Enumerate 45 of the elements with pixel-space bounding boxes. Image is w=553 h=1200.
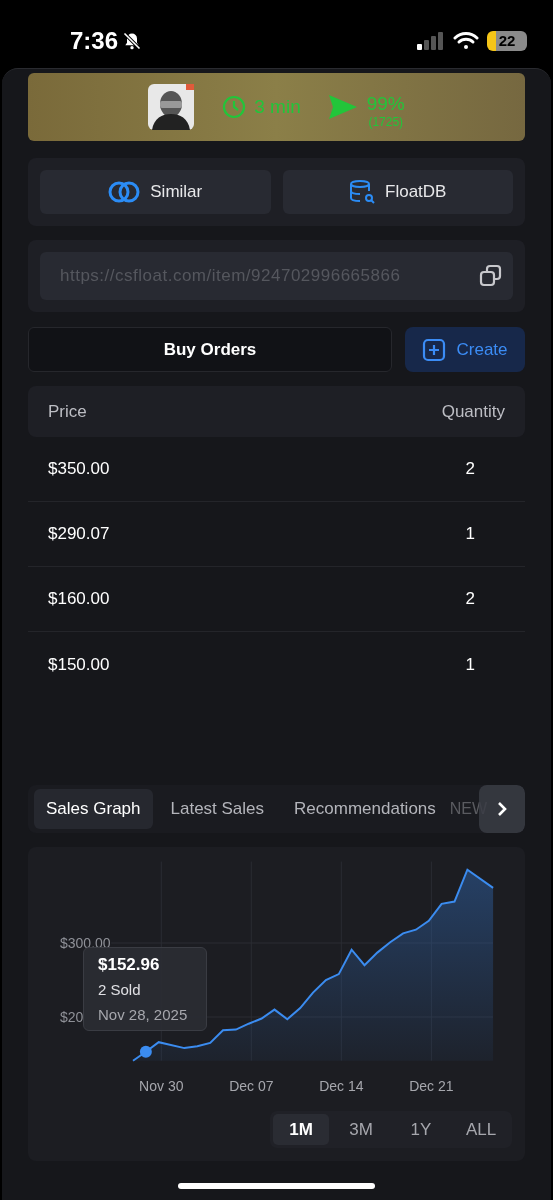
price-cell-text: $350.00 bbox=[48, 458, 110, 481]
signal-icon bbox=[417, 32, 445, 50]
column-header: Price bbox=[48, 400, 87, 423]
send-icon bbox=[328, 95, 357, 119]
quantity-cell-text: 1 bbox=[465, 653, 475, 676]
chevron-right-icon bbox=[495, 801, 509, 817]
x-axis-label: Dec 14 bbox=[319, 1078, 364, 1094]
linked-rings-icon bbox=[108, 181, 141, 203]
create-button[interactable]: Create bbox=[405, 327, 525, 372]
plus-square-icon bbox=[422, 337, 447, 362]
clock-icon bbox=[222, 95, 247, 119]
tab[interactable]: Sales Graph bbox=[34, 789, 153, 829]
database-search-icon bbox=[349, 179, 376, 205]
price-cell-text: $150.00 bbox=[48, 653, 110, 676]
quantity-cell-text: 2 bbox=[465, 458, 475, 481]
clock-time: 7:36 bbox=[70, 26, 119, 56]
quantity-cell-text: 2 bbox=[465, 588, 475, 611]
x-axis-label: Dec 21 bbox=[409, 1078, 454, 1094]
x-axis-label: Dec 07 bbox=[229, 1078, 274, 1094]
range-button[interactable]: ALL bbox=[453, 1114, 509, 1145]
tab[interactable]: Latest Sales bbox=[158, 789, 277, 829]
battery-percentage: 22 bbox=[487, 31, 527, 51]
response-time: 3 min bbox=[254, 94, 301, 119]
price-cell-text: $290.07 bbox=[48, 523, 110, 546]
wifi-icon bbox=[453, 31, 479, 51]
buy-orders-heading: Buy Orders bbox=[28, 327, 392, 372]
new-label: NEW bbox=[449, 799, 488, 819]
tooltip-date: Nov 28, 2025 bbox=[98, 1004, 189, 1025]
similar-button[interactable]: Similar bbox=[40, 170, 271, 214]
tooltip-sold-count: 2 Sold bbox=[98, 980, 142, 1001]
trade-count: (1725) bbox=[368, 116, 404, 128]
floatdb-button[interactable]: FloatDB bbox=[282, 170, 513, 214]
range-button[interactable]: 1Y bbox=[393, 1114, 449, 1145]
tab[interactable]: Recommendations bbox=[282, 789, 448, 829]
price-cell-text: $160.00 bbox=[48, 588, 110, 611]
copy-icon[interactable] bbox=[479, 264, 503, 288]
highlight-point bbox=[139, 1045, 152, 1058]
range-button[interactable]: 1M bbox=[273, 1114, 329, 1145]
y-axis-label: $20 bbox=[60, 1009, 84, 1025]
range-button[interactable]: 3M bbox=[333, 1114, 389, 1145]
quantity-cell-text: 1 bbox=[465, 523, 475, 546]
column-header: Quantity bbox=[441, 400, 505, 423]
x-axis-label: Nov 30 bbox=[139, 1078, 184, 1094]
rating-percentage: 99% bbox=[366, 94, 405, 113]
tooltip-price: $152.96 bbox=[98, 953, 161, 976]
